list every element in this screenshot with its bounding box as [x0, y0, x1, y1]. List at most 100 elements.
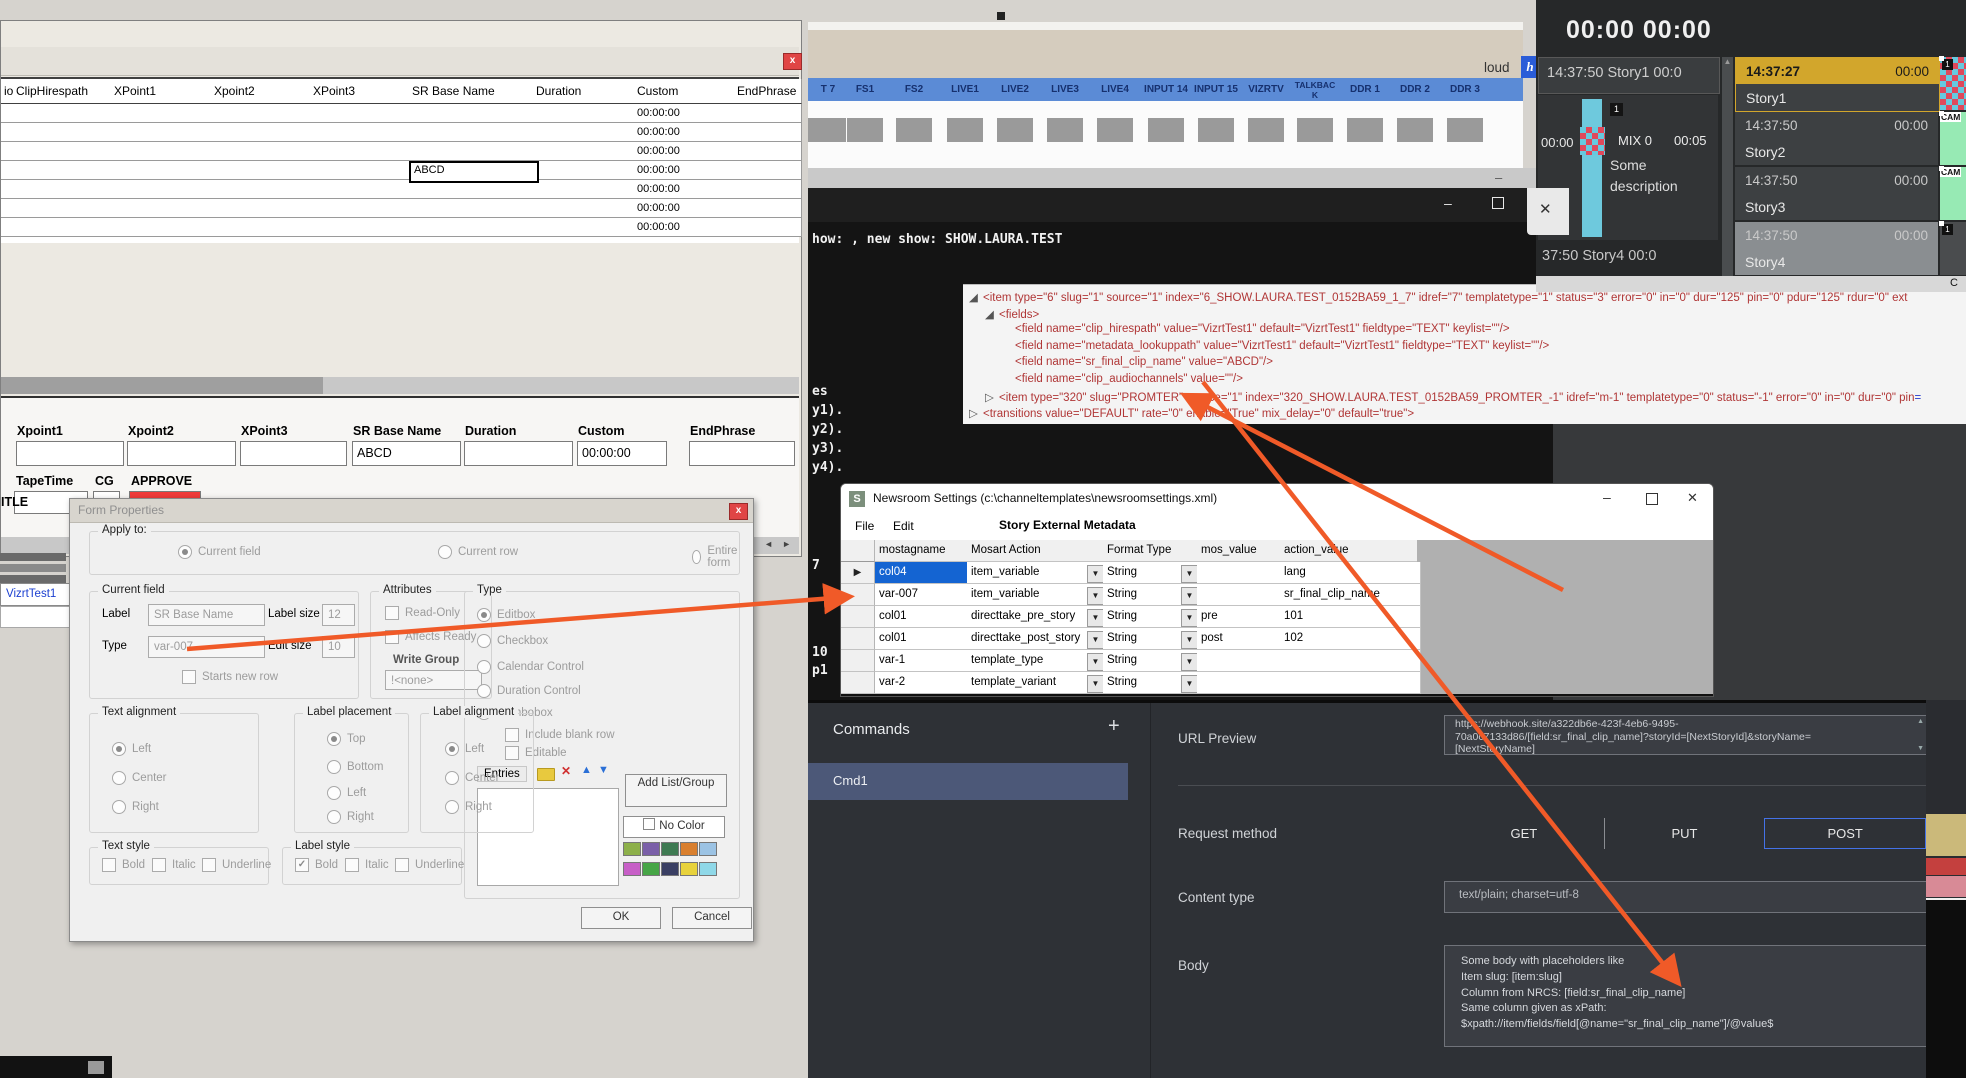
expand-icon[interactable]: ▷: [969, 406, 983, 420]
newsroom-cell[interactable]: col01: [875, 606, 971, 628]
grid-cell[interactable]: [111, 123, 214, 142]
maximize-icon[interactable]: [1646, 493, 1658, 505]
small-close-window[interactable]: ✕: [1527, 188, 1569, 235]
starts-new-row-checkbox[interactable]: Starts new row: [182, 670, 278, 684]
chevron-down-icon[interactable]: ▼: [1181, 653, 1198, 671]
minimize-icon[interactable]: –: [1444, 195, 1452, 211]
channel-square-button[interactable]: [1198, 118, 1234, 142]
newsroom-cell[interactable]: col04: [875, 562, 971, 584]
expand-icon[interactable]: ▷: [985, 390, 999, 404]
row-selector[interactable]: [841, 584, 875, 606]
field-input[interactable]: [464, 441, 573, 466]
collapse-icon[interactable]: ◢: [985, 307, 999, 321]
newsroom-cell[interactable]: String▼: [1103, 650, 1201, 672]
channel-square-button[interactable]: [1047, 118, 1083, 142]
close-icon[interactable]: x: [729, 503, 748, 520]
rundown-scrollbar[interactable]: ▲: [1722, 57, 1733, 276]
collapse-icon[interactable]: ◢: [969, 290, 983, 304]
grid-cell[interactable]: [533, 104, 637, 123]
newsroom-cell[interactable]: lang: [1280, 562, 1421, 584]
channel-button[interactable]: LIVE4: [1091, 80, 1139, 95]
grid-cell[interactable]: [211, 180, 313, 199]
grid-cell[interactable]: [409, 199, 536, 218]
channel-square-button[interactable]: [947, 118, 983, 142]
field-input[interactable]: [240, 441, 347, 466]
type-input[interactable]: var-007: [148, 636, 265, 658]
tab-story-external-metadata[interactable]: Story External Metadata: [999, 518, 1136, 532]
channel-button[interactable]: DDR 1: [1341, 80, 1389, 95]
scroll-down-icon[interactable]: ▼: [1917, 745, 1924, 752]
delete-icon[interactable]: ✕: [561, 764, 571, 778]
label-style-italic[interactable]: Italic: [345, 858, 389, 872]
grid-cell[interactable]: [13, 104, 114, 123]
grid-cell[interactable]: [111, 199, 214, 218]
grid-cell[interactable]: [211, 218, 313, 237]
label-input[interactable]: SR Base Name: [148, 604, 265, 626]
color-swatch[interactable]: [623, 842, 641, 856]
channel-button[interactable]: FS1: [841, 80, 889, 95]
scroll-up-icon[interactable]: ▲: [1917, 718, 1924, 725]
label-style-underline[interactable]: Underline: [395, 858, 464, 872]
newsroom-cell[interactable]: String▼: [1103, 606, 1201, 628]
grid-cell[interactable]: [310, 142, 412, 161]
scroll-left-icon[interactable]: ◄: [764, 539, 773, 549]
label-align-right[interactable]: Right: [445, 800, 492, 814]
grid-cell[interactable]: [211, 104, 313, 123]
newsroom-cell[interactable]: item_variable▼: [967, 562, 1107, 584]
grid-cell[interactable]: [533, 142, 637, 161]
type-duration-control[interactable]: Duration Control: [477, 684, 581, 698]
newsroom-cell[interactable]: item_variable▼: [967, 584, 1107, 606]
method-get-button[interactable]: GET: [1444, 818, 1604, 849]
edit-size-input[interactable]: 10: [322, 636, 355, 658]
channel-button[interactable]: VIZRTV: [1242, 80, 1290, 95]
channel-button[interactable]: LIVE3: [1041, 80, 1089, 95]
field-input[interactable]: [16, 441, 124, 466]
scroll-up-icon[interactable]: ▲: [1722, 57, 1733, 66]
story-row[interactable]: 14:37:5000:00Story4: [1735, 222, 1938, 275]
grid-cell[interactable]: [13, 161, 114, 180]
grid-cell[interactable]: [310, 218, 412, 237]
method-post-button[interactable]: POST: [1764, 818, 1926, 849]
menu-edit[interactable]: Edit: [893, 519, 914, 533]
story-row[interactable]: 14:37:2700:00Story1: [1735, 57, 1940, 112]
label-size-input[interactable]: 12: [322, 604, 355, 626]
grid-cell[interactable]: [409, 123, 536, 142]
newsroom-cell[interactable]: var-2: [875, 672, 971, 694]
dialog-titlebar[interactable]: Form Properties: [70, 499, 753, 523]
newsroom-cell[interactable]: col01: [875, 628, 971, 650]
newsroom-cell[interactable]: var-1: [875, 650, 971, 672]
grid-cell[interactable]: [13, 142, 114, 161]
newsroom-titlebar[interactable]: S Newsroom Settings (c:\channeltemplates…: [841, 484, 1713, 514]
newsroom-cell[interactable]: [1197, 672, 1284, 694]
chevron-down-icon[interactable]: ▼: [1087, 675, 1104, 693]
channel-square-button[interactable]: [808, 118, 830, 142]
grid-cell[interactable]: 00:00:00: [634, 199, 737, 218]
color-swatch[interactable]: [661, 862, 679, 876]
grid-cell[interactable]: [13, 218, 114, 237]
grid-cell[interactable]: [13, 123, 114, 142]
field-input[interactable]: [127, 441, 236, 466]
row-selector[interactable]: ▶: [841, 562, 875, 584]
scroll-right-icon[interactable]: ►: [782, 539, 791, 549]
chevron-down-icon[interactable]: ▼: [1087, 565, 1104, 583]
apply-to-current-field[interactable]: Current field: [178, 545, 261, 559]
channel-square-button[interactable]: [1148, 118, 1184, 142]
channel-button[interactable]: LIVE1: [941, 80, 989, 95]
newsroom-cell[interactable]: 101: [1280, 606, 1421, 628]
newsroom-cell[interactable]: String▼: [1103, 628, 1201, 650]
channel-square-button[interactable]: [1347, 118, 1383, 142]
channel-square-button[interactable]: [1097, 118, 1133, 142]
ok-button[interactable]: OK: [581, 907, 661, 929]
text-style-underline[interactable]: Underline: [202, 858, 271, 872]
newsroom-cell[interactable]: directtake_pre_story▼: [967, 606, 1107, 628]
text-align-right[interactable]: Right: [112, 800, 159, 814]
type-editbox[interactable]: Editbox: [477, 608, 535, 622]
folder-icon[interactable]: [537, 768, 555, 781]
newsroom-cell[interactable]: [1197, 562, 1284, 584]
grid-cell[interactable]: [13, 199, 114, 218]
camera-thumbnail[interactable]: CAM: [1940, 167, 1966, 220]
row-selector[interactable]: [841, 650, 875, 672]
grid-cell[interactable]: [111, 104, 214, 123]
chevron-down-icon[interactable]: ▼: [1087, 653, 1104, 671]
text-style-bold[interactable]: Bold: [102, 858, 145, 872]
